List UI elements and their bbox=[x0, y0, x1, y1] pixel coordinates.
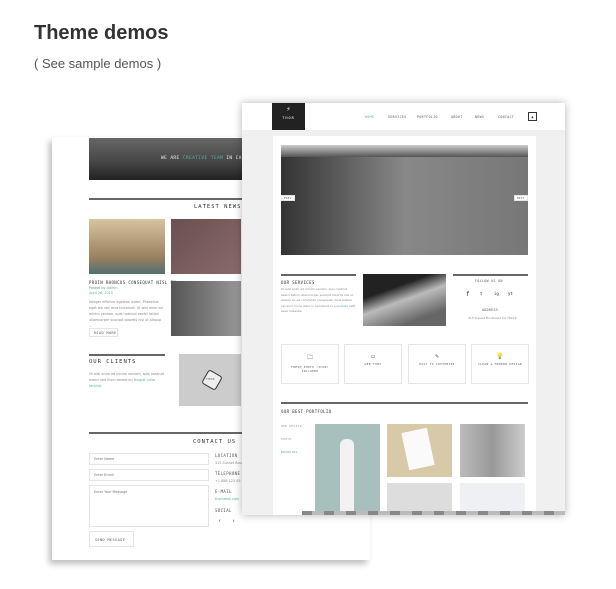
edit-icon: ✎ bbox=[435, 353, 439, 360]
divider bbox=[89, 354, 165, 356]
youtube-icon[interactable]: yt bbox=[508, 291, 513, 296]
client-logo-text: THOR bbox=[206, 377, 215, 381]
message-textarea[interactable] bbox=[89, 485, 209, 527]
filter-branding[interactable]: BRANDING bbox=[281, 450, 298, 454]
address-value: 315 Sunset Boulevard Ca 70079 bbox=[468, 316, 517, 320]
page-title: Theme demos bbox=[34, 22, 169, 44]
prev-button[interactable]: PREV bbox=[281, 195, 295, 201]
search-icon[interactable]: ▲ bbox=[528, 112, 537, 121]
lightning-icon: ⚡ bbox=[286, 105, 291, 113]
nav-news[interactable]: NEWS bbox=[475, 115, 484, 119]
filter-web-design[interactable]: WEB DESIGN bbox=[281, 424, 302, 428]
divider bbox=[281, 274, 356, 276]
sample-demos-link[interactable]: ( See sample demos ) bbox=[34, 56, 161, 71]
name-input[interactable] bbox=[89, 453, 209, 465]
feature-label: EASY TO CUSTOMIZE bbox=[419, 362, 455, 366]
paper-shape bbox=[401, 427, 435, 471]
laptop-icon: ▭ bbox=[371, 353, 375, 360]
read-more-button[interactable]: READ MORE bbox=[89, 328, 118, 337]
nav-about[interactable]: ABOUT bbox=[451, 115, 463, 119]
email-input[interactable] bbox=[89, 469, 209, 481]
bottom-reflection bbox=[302, 511, 565, 515]
divider bbox=[89, 198, 249, 200]
logo-text: THOR bbox=[282, 116, 295, 120]
address-label: ADDRESS bbox=[482, 308, 499, 312]
nav-services[interactable]: SERVICES bbox=[388, 115, 407, 119]
email-value[interactable]: thorsmail.com bbox=[215, 496, 239, 502]
facebook-icon[interactable]: f bbox=[466, 291, 470, 298]
contact-title: CONTACT US bbox=[193, 439, 237, 445]
location-label: LOCATION bbox=[215, 453, 238, 458]
hero-slider: PREV NEXT bbox=[281, 145, 528, 255]
location-value: 315 Sunset Bou bbox=[215, 461, 242, 465]
portfolio-paper[interactable] bbox=[387, 424, 452, 477]
laptop-image bbox=[363, 274, 446, 326]
divider bbox=[281, 402, 528, 404]
banner-text-end: IN CA bbox=[223, 156, 242, 161]
feature-label: CLEAN & MODERN DESIGN bbox=[478, 362, 522, 366]
portfolio-bottle[interactable] bbox=[315, 424, 380, 515]
facebook-icon[interactable]: f bbox=[219, 518, 220, 524]
logo[interactable]: ⚡ THOR bbox=[272, 103, 305, 130]
bottle-shape bbox=[340, 439, 354, 515]
news-image-1[interactable] bbox=[89, 219, 165, 274]
folder-icon: 🗀 bbox=[306, 354, 313, 361]
next-button[interactable]: NEXT bbox=[514, 195, 528, 201]
feature-label: WEB FONT bbox=[364, 362, 382, 366]
instagram-icon[interactable]: ig bbox=[494, 291, 499, 296]
feature-card: ▭ WEB FONT bbox=[344, 344, 402, 384]
post-excerpt: Integer efficitur egestas lorem. Phasell… bbox=[89, 300, 163, 328]
feature-card: 💡 CLEAN & MODERN DESIGN bbox=[471, 344, 529, 384]
telephone-label: TELEPHONE bbox=[215, 471, 241, 476]
client-logo-box: THOR bbox=[179, 354, 241, 406]
send-message-button[interactable]: SEND MESSAGE bbox=[89, 531, 134, 547]
latest-news-title: LATEST NEWS bbox=[194, 204, 242, 210]
banner-text: WE ARE bbox=[161, 156, 183, 161]
news-image-2[interactable] bbox=[171, 219, 241, 274]
portfolio-title: OUR BEST PORTFOLIO bbox=[281, 409, 332, 414]
divider bbox=[89, 432, 249, 434]
telephone-value: +1 888 123 45 bbox=[215, 479, 241, 483]
feature-label: FRESH PHOTO (ICON) INCLUDED bbox=[291, 365, 329, 373]
banner-accent: CREATIVE TEAM bbox=[182, 156, 224, 161]
follow-title: FOLLOW US ON bbox=[475, 279, 503, 283]
nav-home[interactable]: HOME bbox=[365, 115, 374, 119]
services-title: OUR SERVICES bbox=[281, 280, 315, 285]
hero-sky bbox=[281, 145, 528, 157]
demo-preview-front[interactable]: ⚡ THOR HOME SERVICES PORTFOLIO ABOUT NEW… bbox=[242, 103, 565, 515]
feature-card: ✎ EASY TO CUSTOMIZE bbox=[408, 344, 466, 384]
twitter-icon[interactable]: t bbox=[233, 518, 234, 524]
twitter-icon[interactable]: t bbox=[480, 291, 482, 296]
filter-photo[interactable]: PHOTO bbox=[281, 437, 291, 441]
nav-contact[interactable]: CONTACT bbox=[498, 115, 514, 119]
post-date: April 26, 2015 bbox=[89, 291, 113, 295]
portfolio-man[interactable] bbox=[460, 424, 525, 477]
social-label: SOCIAL bbox=[215, 508, 232, 513]
divider bbox=[453, 274, 528, 276]
news-image-3[interactable] bbox=[171, 281, 241, 336]
services-link[interactable]: vulputate bbox=[334, 304, 348, 308]
banner-image: WE ARE CREATIVE TEAM IN CA bbox=[89, 138, 249, 180]
email-label: E-MAIL bbox=[215, 489, 232, 494]
clients-title: OUR CLIENTS bbox=[89, 359, 137, 365]
lightbulb-icon: 💡 bbox=[496, 353, 504, 360]
nav-portfolio[interactable]: PORTFOLIO bbox=[417, 115, 438, 119]
feature-card: 🗀 FRESH PHOTO (ICON) INCLUDED bbox=[281, 344, 339, 384]
